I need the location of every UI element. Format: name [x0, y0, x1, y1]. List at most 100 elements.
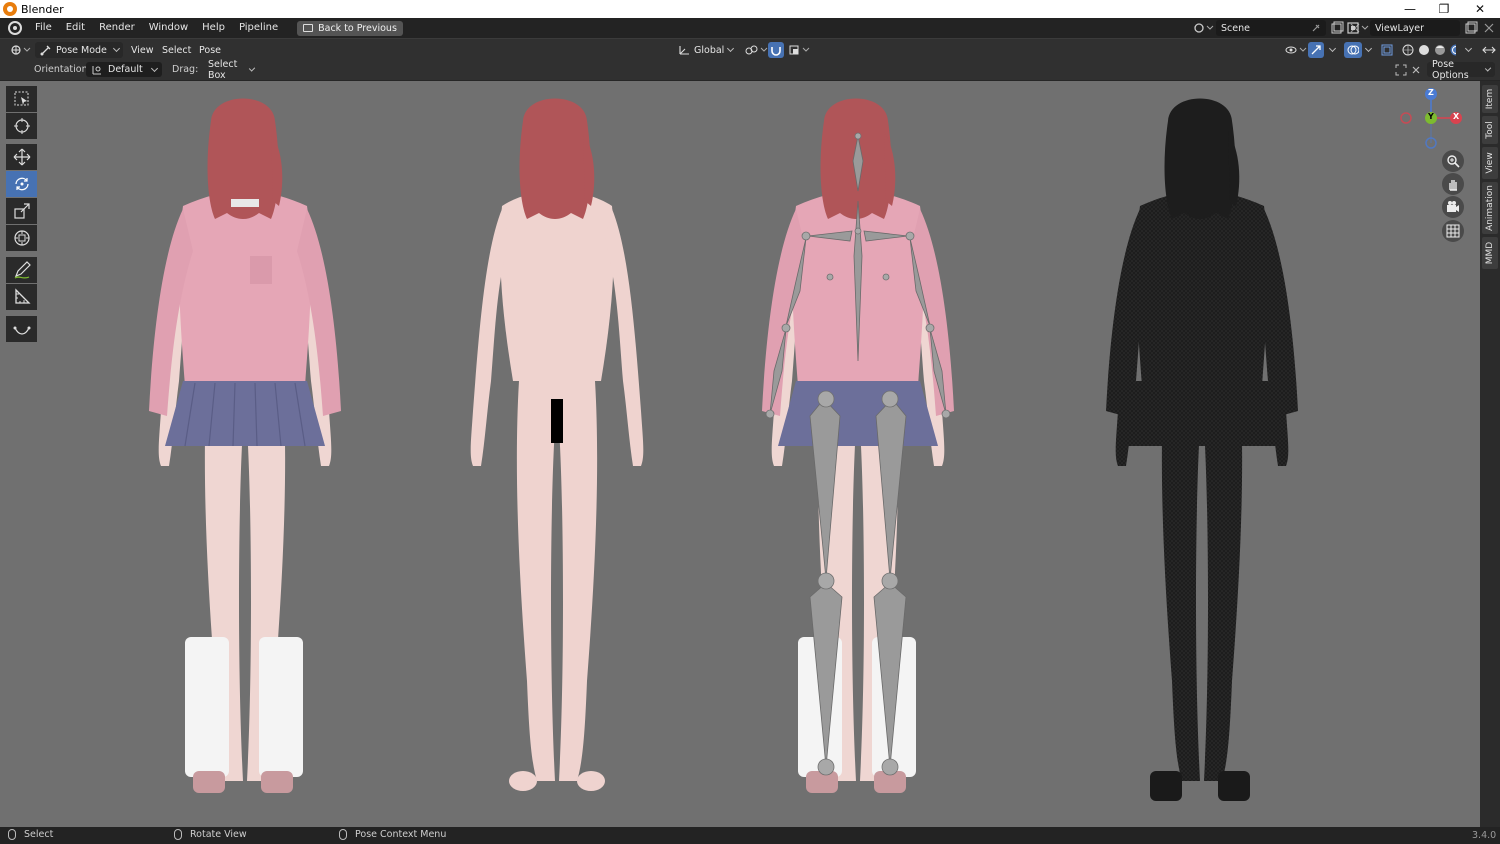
- menu-help[interactable]: Help: [195, 18, 232, 38]
- menu-window[interactable]: Window: [142, 18, 195, 38]
- annotate-tool[interactable]: [6, 257, 37, 283]
- sidebar-tab-animation-label: Animation: [1485, 185, 1495, 231]
- menu-edit[interactable]: Edit: [59, 18, 92, 38]
- model-clothed[interactable]: [149, 98, 341, 794]
- hand-icon: [1449, 180, 1457, 191]
- overlays-icon: [1347, 45, 1359, 55]
- delete-view-layer-icon[interactable]: [1482, 21, 1496, 35]
- model-wireframe[interactable]: [1106, 98, 1298, 802]
- menu-pipeline[interactable]: Pipeline: [232, 18, 285, 38]
- new-view-layer-icon[interactable]: [1464, 21, 1478, 35]
- snap-target-dropdown[interactable]: [784, 42, 816, 58]
- scale-tool[interactable]: [6, 198, 37, 224]
- pose-mode-icon: [40, 45, 51, 56]
- view-layer-name: ViewLayer: [1375, 22, 1425, 34]
- top-menu-bar: File Edit Render Window Help Pipeline Ba…: [0, 18, 1500, 38]
- scene-name-field[interactable]: Scene: [1216, 20, 1326, 36]
- ruler-icon: [14, 288, 31, 304]
- status-select-label: Select: [24, 829, 54, 840]
- mode-label: Pose Mode: [56, 44, 107, 56]
- status-bar: Select Rotate View Pose Context Menu 3.4…: [0, 827, 1500, 844]
- sidebar-tab-mmd-label: MMD: [1485, 241, 1495, 265]
- status-rotate-view: Rotate View: [174, 829, 247, 840]
- close-button[interactable]: ✕: [1462, 0, 1498, 18]
- menu-file[interactable]: File: [28, 18, 59, 38]
- model-with-armature[interactable]: [762, 98, 954, 794]
- drag-label: Drag:: [172, 64, 199, 75]
- bend-tool[interactable]: [6, 316, 37, 342]
- orientation-axes-icon: [679, 46, 689, 55]
- pan-button[interactable]: [1442, 173, 1464, 195]
- sidebar-tabs: Item Tool View Animation MMD: [1480, 81, 1500, 827]
- orientation-dropdown[interactable]: Default: [86, 62, 162, 77]
- view-layer-name-field[interactable]: ViewLayer: [1370, 20, 1460, 36]
- shading-dropdown[interactable]: [1461, 42, 1475, 58]
- back-to-previous-button[interactable]: Back to Previous: [297, 20, 403, 36]
- scene-selector[interactable]: Scene: [1192, 20, 1362, 36]
- close-tool-settings-icon[interactable]: [1410, 64, 1422, 76]
- 3d-viewport-icon: [11, 45, 31, 55]
- xray-icon: [1381, 44, 1393, 56]
- header-menu-pose[interactable]: Pose: [195, 42, 225, 58]
- view-layer-selector[interactable]: ViewLayer: [1346, 20, 1496, 36]
- shading-mode-icons: [1402, 44, 1456, 56]
- viewport-header: Pose Mode View Select Pose Global: [0, 38, 1500, 59]
- pencil-icon: [14, 261, 31, 279]
- drag-dropdown[interactable]: Select Box: [203, 59, 259, 81]
- overlays-dropdown[interactable]: [1360, 42, 1375, 58]
- new-scene-icon[interactable]: [1330, 21, 1344, 35]
- sidebar-tab-view[interactable]: View: [1482, 147, 1498, 179]
- xray-toggle[interactable]: [1379, 42, 1395, 58]
- cursor-tool[interactable]: [6, 113, 37, 139]
- rotate-tool[interactable]: [6, 171, 37, 197]
- gizmo-y-label: Y: [1428, 112, 1434, 121]
- fullscreen-icon[interactable]: [1394, 63, 1408, 77]
- maximize-button[interactable]: ❐: [1426, 0, 1462, 18]
- blender-logo-icon: [3, 2, 17, 16]
- toggle-sidebar-button[interactable]: [1478, 42, 1500, 58]
- magnet-icon: [771, 47, 781, 56]
- screen-icon: [303, 24, 314, 32]
- transform-orientation-dropdown[interactable]: Global: [673, 42, 737, 58]
- zoom-button[interactable]: [1442, 150, 1464, 172]
- sidebar-tab-tool-label: Tool: [1485, 121, 1495, 139]
- camera-view-button[interactable]: [1442, 196, 1464, 218]
- 3d-viewport[interactable]: Z Y X: [0, 81, 1480, 827]
- os-title-bar: Blender — ❐ ✕: [0, 0, 1500, 18]
- gizmo-toggle[interactable]: [1308, 42, 1324, 58]
- window-title: Blender: [21, 2, 64, 16]
- model-base-body[interactable]: [470, 98, 644, 792]
- sidebar-tab-tool[interactable]: Tool: [1482, 116, 1498, 144]
- viewport-canvas[interactable]: [0, 81, 1480, 827]
- cursor-icon: [13, 118, 30, 134]
- ortho-toggle-button[interactable]: [1442, 220, 1464, 242]
- mode-dropdown[interactable]: Pose Mode: [35, 42, 123, 58]
- move-icon: [13, 148, 30, 166]
- orientation-label: Orientation:: [34, 64, 91, 75]
- sidebar-tab-view-label: View: [1485, 152, 1495, 174]
- back-to-previous-label: Back to Previous: [318, 22, 397, 34]
- sidebar-tab-mmd[interactable]: MMD: [1482, 237, 1498, 269]
- editor-type-button[interactable]: [6, 42, 36, 58]
- select-box-tool[interactable]: [6, 86, 37, 112]
- scene-name: Scene: [1221, 22, 1250, 34]
- transform-tool[interactable]: [6, 225, 37, 251]
- transform-orientation-label: Global: [694, 44, 725, 56]
- menu-render[interactable]: Render: [92, 18, 142, 38]
- bend-curve-icon: [13, 326, 30, 335]
- header-menu-select[interactable]: Select: [158, 42, 195, 58]
- eye-pointer-icon: [1285, 46, 1307, 54]
- move-tool[interactable]: [6, 144, 37, 170]
- pose-options-dropdown[interactable]: Pose Options: [1427, 59, 1495, 81]
- measure-tool[interactable]: [6, 284, 37, 310]
- minimize-button[interactable]: —: [1392, 0, 1428, 18]
- snap-toggle[interactable]: [768, 42, 784, 58]
- gizmo-dropdown[interactable]: [1324, 42, 1339, 58]
- shading-modes[interactable]: [1398, 42, 1460, 58]
- zoom-icon: [1447, 155, 1460, 168]
- sidebar-tab-animation[interactable]: Animation: [1482, 182, 1498, 234]
- pin-icon: [1312, 24, 1320, 32]
- header-menu-view[interactable]: View: [127, 42, 158, 58]
- blender-menu-icon[interactable]: [8, 21, 22, 35]
- sidebar-tab-item[interactable]: Item: [1482, 85, 1498, 113]
